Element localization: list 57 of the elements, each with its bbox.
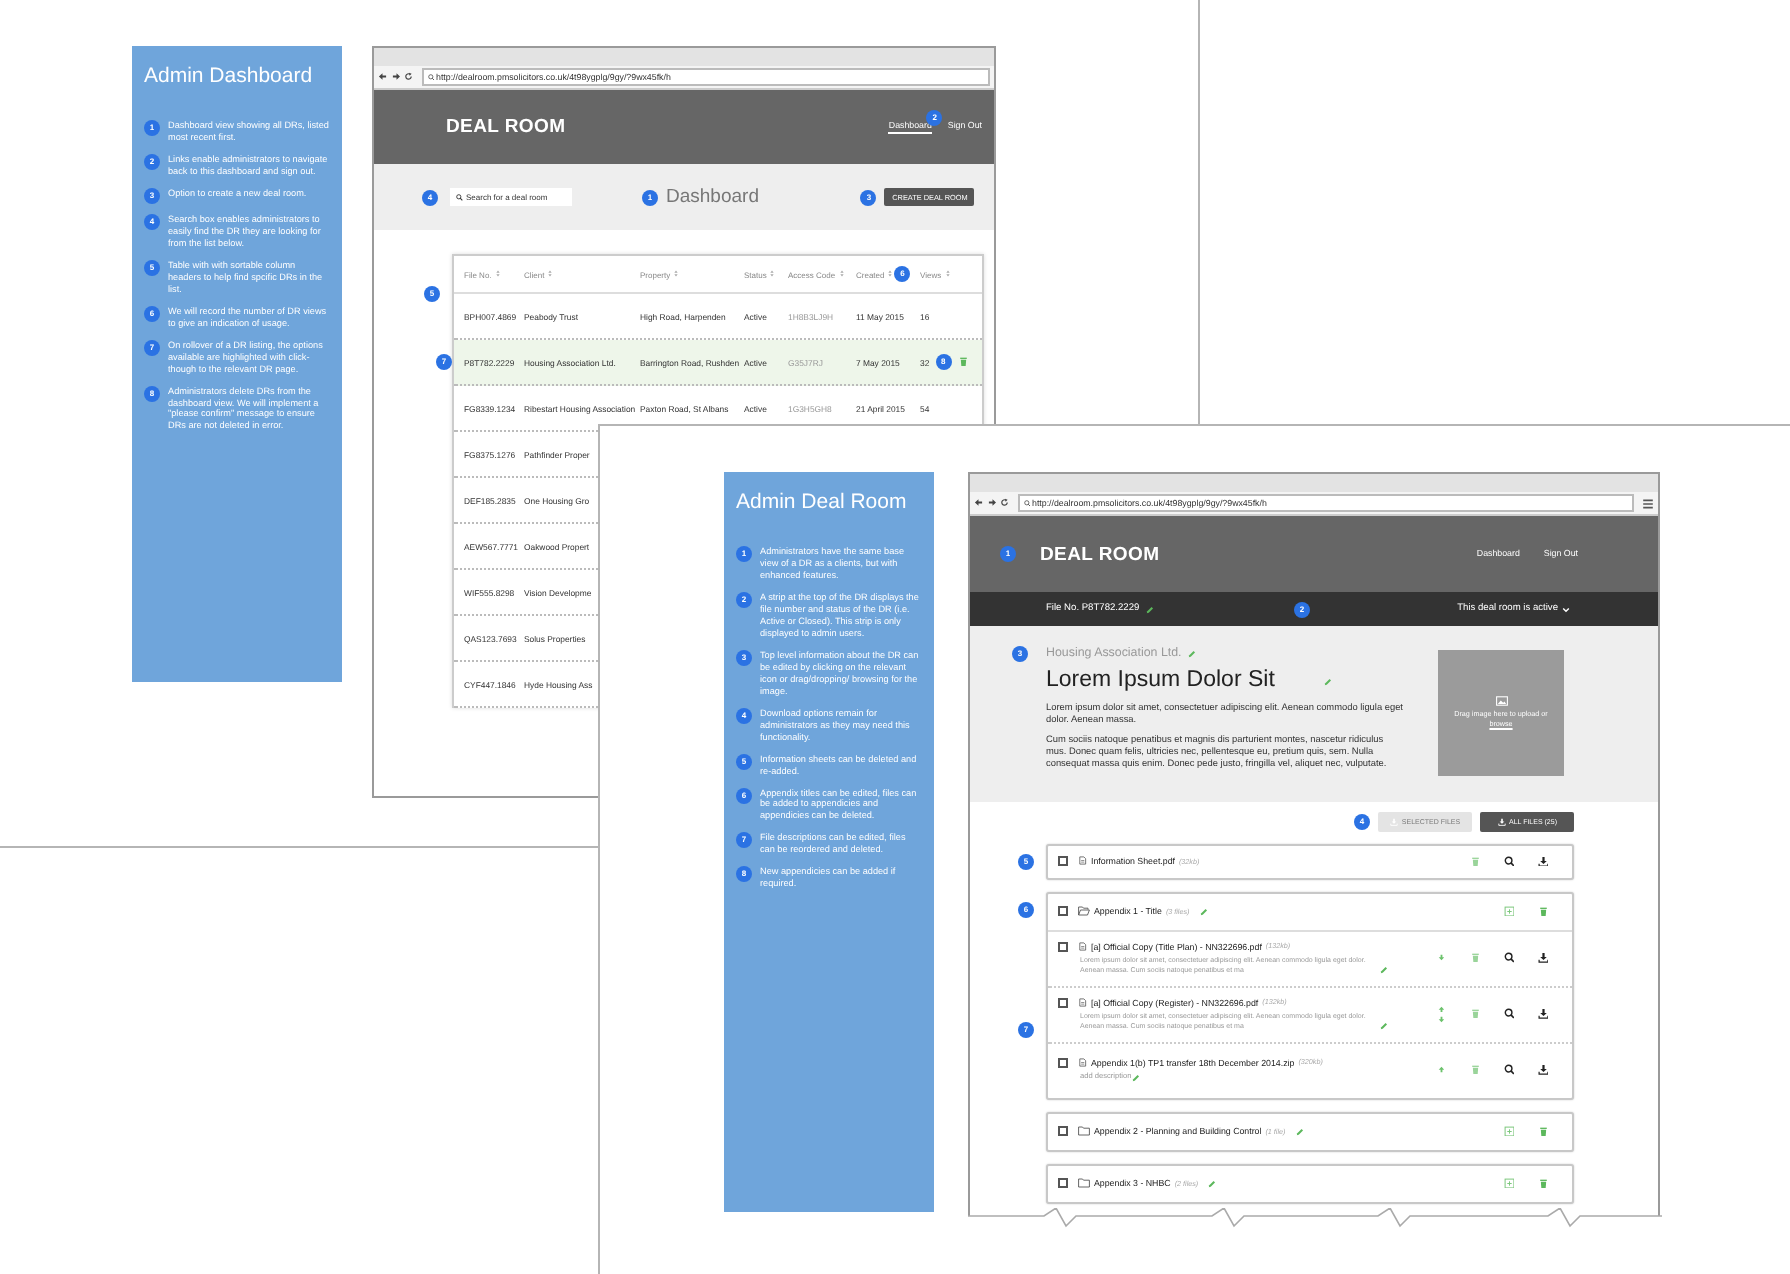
download-icon[interactable] — [1537, 1064, 1549, 1076]
checkbox[interactable] — [1058, 856, 1068, 867]
sort-icon — [674, 270, 679, 278]
reload-icon[interactable] — [404, 72, 413, 82]
pencil-icon[interactable] — [1380, 966, 1388, 975]
checkbox[interactable] — [1058, 906, 1068, 917]
checkbox[interactable] — [1058, 1057, 1068, 1068]
document-icon — [1078, 998, 1087, 1008]
document-icon — [1078, 856, 1087, 866]
pencil-icon[interactable] — [1295, 1127, 1304, 1136]
search-icon[interactable] — [1503, 855, 1515, 867]
back-icon[interactable] — [974, 498, 983, 508]
deal-room-title: Lorem Ipsum Dolor Sit — [1046, 668, 1275, 692]
checkbox[interactable] — [1058, 1126, 1068, 1137]
pencil-icon[interactable] — [1208, 1179, 1217, 1188]
search-icon[interactable] — [1503, 1064, 1515, 1076]
chevron-down-icon — [1562, 605, 1570, 613]
checkbox[interactable] — [1058, 1178, 1068, 1189]
checkbox[interactable] — [1058, 997, 1068, 1008]
checkbox[interactable] — [1058, 941, 1068, 952]
download-icon[interactable] — [1537, 1008, 1549, 1020]
download-icon[interactable] — [1537, 855, 1549, 867]
page-title: Dashboard — [666, 186, 759, 208]
search-icon[interactable] — [1503, 1008, 1515, 1020]
brand-title: DEAL ROOM — [1040, 543, 1160, 565]
sort-icon — [770, 270, 775, 278]
document-icon — [1078, 942, 1087, 952]
brand-title: DEAL ROOM — [446, 116, 566, 138]
sort-icon — [548, 270, 553, 278]
panel-title: Admin Deal Room — [736, 490, 909, 514]
pencil-icon[interactable] — [1131, 1074, 1140, 1083]
search-icon — [427, 73, 434, 81]
image-icon — [1495, 695, 1507, 706]
forward-icon[interactable] — [987, 498, 996, 508]
panel-title: Admin Dashboard — [144, 64, 315, 88]
sort-icon — [945, 270, 950, 278]
trash-icon[interactable] — [1537, 905, 1549, 917]
trash-icon[interactable] — [1537, 1177, 1549, 1189]
folder-icon[interactable] — [1078, 1178, 1090, 1189]
download-icon[interactable] — [1497, 817, 1505, 826]
open-folder-icon[interactable] — [1078, 906, 1090, 917]
reload-icon[interactable] — [1000, 498, 1009, 508]
sort-icon — [839, 270, 844, 278]
pencil-icon[interactable] — [1380, 1022, 1388, 1031]
pencil-icon[interactable] — [1145, 605, 1154, 613]
sort-icon — [495, 270, 500, 278]
menu-icon[interactable] — [1642, 497, 1654, 509]
download-icon[interactable] — [1537, 952, 1549, 964]
search-icon — [1023, 499, 1030, 507]
pencil-icon[interactable] — [1199, 907, 1208, 916]
forward-icon[interactable] — [391, 72, 400, 82]
trash-icon[interactable] — [1537, 1125, 1549, 1137]
document-icon — [1078, 1058, 1087, 1068]
search-icon — [456, 194, 463, 201]
folder-icon[interactable] — [1078, 1126, 1090, 1137]
search-icon[interactable] — [1503, 952, 1515, 964]
back-icon[interactable] — [378, 72, 387, 82]
